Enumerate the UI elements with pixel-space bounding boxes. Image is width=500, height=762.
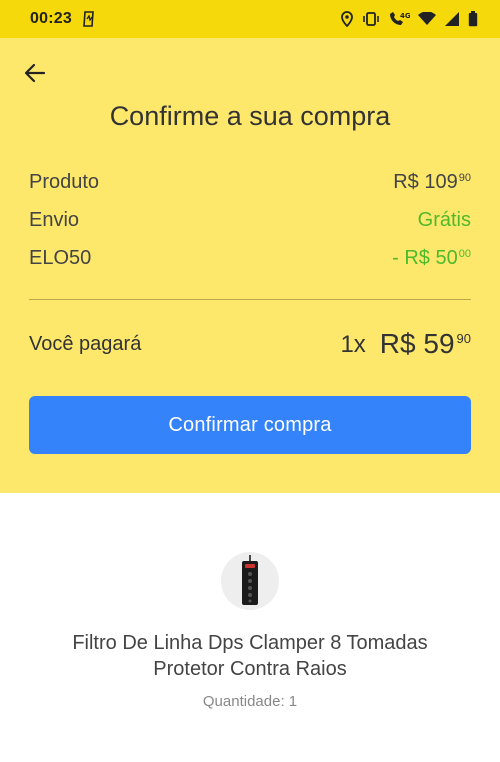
battery-icon: [468, 11, 478, 27]
power-strip-icon: [242, 555, 258, 605]
shipping-value: Grátis: [417, 209, 471, 231]
product-title: Filtro De Linha Dps Clamper 8 Tomadas Pr…: [72, 632, 428, 680]
product-price: R$ 109 90: [393, 171, 471, 194]
coupon-discount-amount: 50: [435, 247, 458, 269]
product-row: Produto R$ 109 90: [29, 171, 471, 194]
total-row: Você pagará 1x R$ 59 90: [29, 328, 471, 360]
wifi-calling-icon: 4G: [388, 11, 410, 27]
coupon-discount-cents: 00: [458, 248, 471, 260]
summary-divider: [29, 299, 471, 300]
shipping-row: Envio Grátis: [29, 209, 471, 232]
coupon-discount-prefix: - R$: [392, 247, 430, 269]
confirm-purchase-button[interactable]: Confirmar compra: [29, 396, 471, 454]
coupon-label: ELO50: [29, 247, 92, 269]
wifi-icon: [418, 12, 436, 26]
product-quantity: Quantidade: 1: [202, 693, 298, 710]
status-bar: 00:23 4G: [0, 0, 500, 38]
coupon-discount: - R$ 50 00: [392, 247, 471, 270]
installments: 1x: [340, 331, 366, 358]
signal-icon: [444, 12, 460, 26]
product-label: Produto: [29, 171, 100, 193]
coupon-row: ELO50 - R$ 50 00: [29, 247, 471, 270]
product-price-amount: 109: [424, 171, 458, 193]
total-label: Você pagará: [29, 332, 142, 355]
total-value: 1x R$ 59 90: [340, 328, 471, 360]
status-time: 00:23: [30, 10, 72, 27]
shipping-label: Envio: [29, 209, 80, 231]
total-currency: R$: [379, 328, 416, 359]
back-button[interactable]: [20, 60, 50, 90]
checkout-summary-panel: Confirme a sua compra Produto R$ 109 90 E…: [0, 38, 500, 493]
location-icon: [340, 11, 354, 27]
total-price: R$ 59 90: [380, 328, 471, 360]
product-price-currency: R$: [393, 171, 419, 193]
page-title: Confirme a sua compra: [109, 101, 391, 131]
app-notification-icon: [82, 11, 96, 27]
svg-text:4G: 4G: [400, 12, 410, 20]
product-price-cents: 90: [458, 172, 471, 184]
total-cents: 90: [456, 331, 471, 346]
product-image: [221, 552, 279, 610]
arrow-left-icon: [24, 63, 46, 88]
total-amount: 59: [423, 328, 455, 359]
vibrate-icon: [362, 12, 380, 26]
